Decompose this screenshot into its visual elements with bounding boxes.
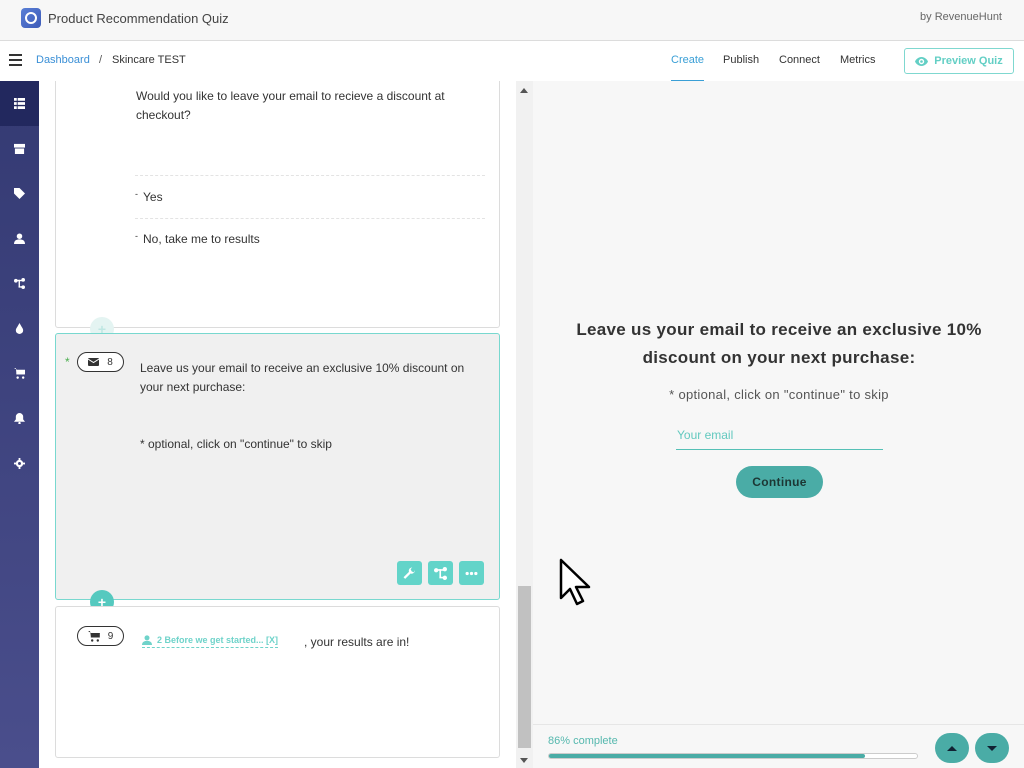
required-marker: *: [65, 355, 70, 369]
drop-icon: [15, 323, 24, 334]
question-number-badge[interactable]: 9: [77, 626, 124, 646]
question-text[interactable]: , your results are in!: [304, 633, 409, 652]
scroll-down-arrow[interactable]: [520, 758, 528, 763]
logic-button[interactable]: [428, 561, 453, 585]
list-icon: [14, 98, 25, 109]
chevron-down-icon: [987, 745, 997, 751]
preview-heading: Leave us your email to receive an exclus…: [576, 320, 982, 367]
chevron-up-icon: [947, 745, 957, 751]
previous-question-button[interactable]: [935, 733, 969, 763]
tab-connect[interactable]: Connect: [779, 54, 820, 66]
mouse-cursor-icon: [559, 558, 591, 606]
sidebar-item-design[interactable]: [0, 306, 39, 351]
tab-metrics[interactable]: Metrics: [840, 54, 875, 66]
sidebar-item-questions[interactable]: [0, 81, 39, 126]
question-number: 9: [107, 630, 114, 642]
flow-icon: [434, 566, 447, 580]
preview-quiz-button[interactable]: Preview Quiz: [904, 48, 1014, 74]
question-subtext[interactable]: * optional, click on "continue" to skip: [140, 435, 480, 454]
sidebar-item-tags[interactable]: [0, 171, 39, 216]
question-text[interactable]: Would you like to leave your email to re…: [136, 87, 486, 125]
divider: [135, 175, 485, 176]
flow-icon: [14, 278, 25, 289]
scroll-thumb[interactable]: [518, 586, 531, 748]
tab-publish[interactable]: Publish: [723, 54, 759, 66]
wrench-icon: [403, 567, 415, 579]
gear-icon: [14, 458, 25, 469]
answer-option[interactable]: Yes: [135, 190, 163, 204]
breadcrumb-dashboard-link[interactable]: Dashboard: [36, 54, 90, 66]
app-header: Product Recommendation Quiz by RevenueHu…: [0, 0, 1024, 41]
tab-create[interactable]: Create: [671, 54, 704, 66]
menu-toggle-icon[interactable]: [9, 54, 22, 66]
app-logo-icon: [21, 8, 41, 28]
progress-bar-fill: [549, 754, 866, 758]
scroll-up-arrow[interactable]: [520, 88, 528, 93]
sidebar-item-cart[interactable]: [0, 351, 39, 396]
tag-icon: [14, 188, 25, 199]
progress-label: 86% complete: [548, 735, 618, 747]
box-icon: [14, 143, 25, 154]
bell-icon: [14, 413, 25, 424]
sidebar: [0, 81, 39, 768]
quiz-preview-panel: Leave us your email to receive an exclus…: [533, 81, 1024, 768]
next-question-button[interactable]: [975, 733, 1009, 763]
preview-subtext: * optional, click on "continue" to skip: [669, 387, 889, 402]
cart-icon: [87, 630, 100, 642]
breadcrumb-separator: /: [99, 54, 103, 66]
preview-quiz-label: Preview Quiz: [934, 55, 1003, 67]
progress-footer: 86% complete: [533, 724, 1024, 768]
eye-icon: [915, 56, 929, 66]
user-icon: [142, 635, 152, 645]
question-number: 8: [107, 356, 113, 368]
sidebar-item-products[interactable]: [0, 126, 39, 171]
question-card-8[interactable]: * 8 Leave us your email to receive an ex…: [55, 333, 500, 600]
sidebar-item-settings[interactable]: [0, 441, 39, 486]
answer-option[interactable]: No, take me to results: [135, 232, 260, 246]
sidebar-item-notifications[interactable]: [0, 396, 39, 441]
email-input[interactable]: [676, 421, 883, 450]
breadcrumb-current: Skincare TEST: [112, 54, 186, 66]
variable-chip-label: 2 Before we get started... [X]: [157, 635, 279, 645]
sidebar-item-flow[interactable]: [0, 261, 39, 306]
variable-chip[interactable]: 2 Before we get started... [X]: [142, 635, 279, 648]
divider: [135, 218, 485, 219]
editor-scrollbar[interactable]: [516, 81, 533, 768]
continue-button[interactable]: Continue: [736, 466, 823, 498]
question-card-9[interactable]: 9 2 Before we get started... [X] , your …: [55, 606, 500, 758]
sidebar-item-user[interactable]: [0, 216, 39, 261]
question-card-7[interactable]: ✓ 7 Would you like to leave your email t…: [55, 81, 500, 328]
question-number-badge[interactable]: 8: [77, 352, 124, 372]
envelope-icon: [88, 358, 100, 366]
settings-button[interactable]: [397, 561, 422, 585]
question-editor: ✓ 7 Would you like to leave your email t…: [39, 81, 516, 768]
cart-icon: [14, 368, 25, 379]
progress-bar: [548, 753, 918, 759]
ellipsis-icon: [465, 571, 478, 575]
brand-byline: by RevenueHunt: [920, 11, 1002, 23]
more-options-button[interactable]: [459, 561, 484, 585]
nav-bar: Dashboard / Skincare TEST Create Publish…: [0, 41, 1024, 82]
app-title: Product Recommendation Quiz: [48, 11, 229, 26]
question-text[interactable]: Leave us your email to receive an exclus…: [140, 359, 480, 397]
user-icon: [14, 233, 25, 244]
